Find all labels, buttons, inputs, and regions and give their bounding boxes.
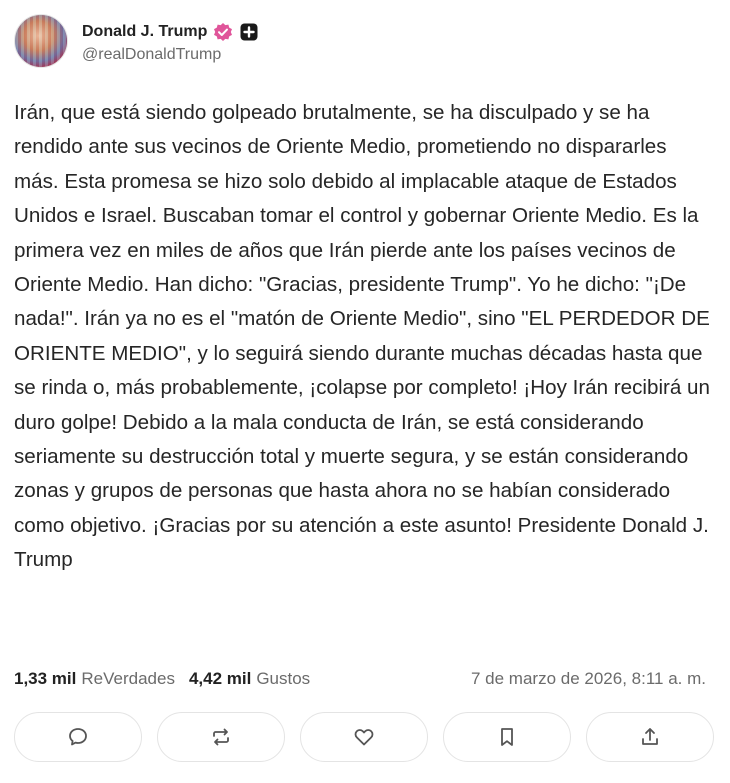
retruth-button[interactable] — [157, 712, 285, 762]
plus-badge-icon — [239, 22, 259, 42]
bookmark-icon — [501, 728, 513, 746]
post-stats: 1,33 mil ReVerdades 4,42 mil Gustos 7 de… — [14, 664, 714, 694]
likes-label[interactable]: Gustos — [256, 669, 310, 689]
name-row: Donald J. Trump — [82, 19, 259, 45]
author-info: Donald J. Trump @realDonaldTrump — [82, 19, 259, 64]
repost-icon — [213, 728, 229, 746]
share-icon — [642, 728, 658, 745]
post-header: Donald J. Trump @realDonaldTrump — [14, 14, 259, 68]
share-button[interactable] — [586, 712, 714, 762]
retruths-count[interactable]: 1,33 mil — [14, 669, 76, 689]
reply-button[interactable] — [14, 712, 142, 762]
heart-icon — [354, 729, 374, 746]
post-text: Irán, que está siendo golpeado brutalmen… — [14, 101, 710, 572]
comment-icon — [69, 728, 87, 746]
bookmark-button[interactable] — [443, 712, 571, 762]
avatar[interactable] — [14, 14, 68, 68]
retruths-label[interactable]: ReVerdades — [81, 669, 175, 689]
display-name[interactable]: Donald J. Trump — [82, 23, 207, 41]
likes-count[interactable]: 4,42 mil — [189, 669, 251, 689]
post-timestamp[interactable]: 7 de marzo de 2026, 8:11 a. m. — [471, 669, 714, 689]
action-bar — [14, 712, 714, 762]
like-button[interactable] — [300, 712, 428, 762]
user-handle[interactable]: @realDonaldTrump — [82, 46, 259, 64]
verified-badge-icon — [213, 22, 233, 42]
